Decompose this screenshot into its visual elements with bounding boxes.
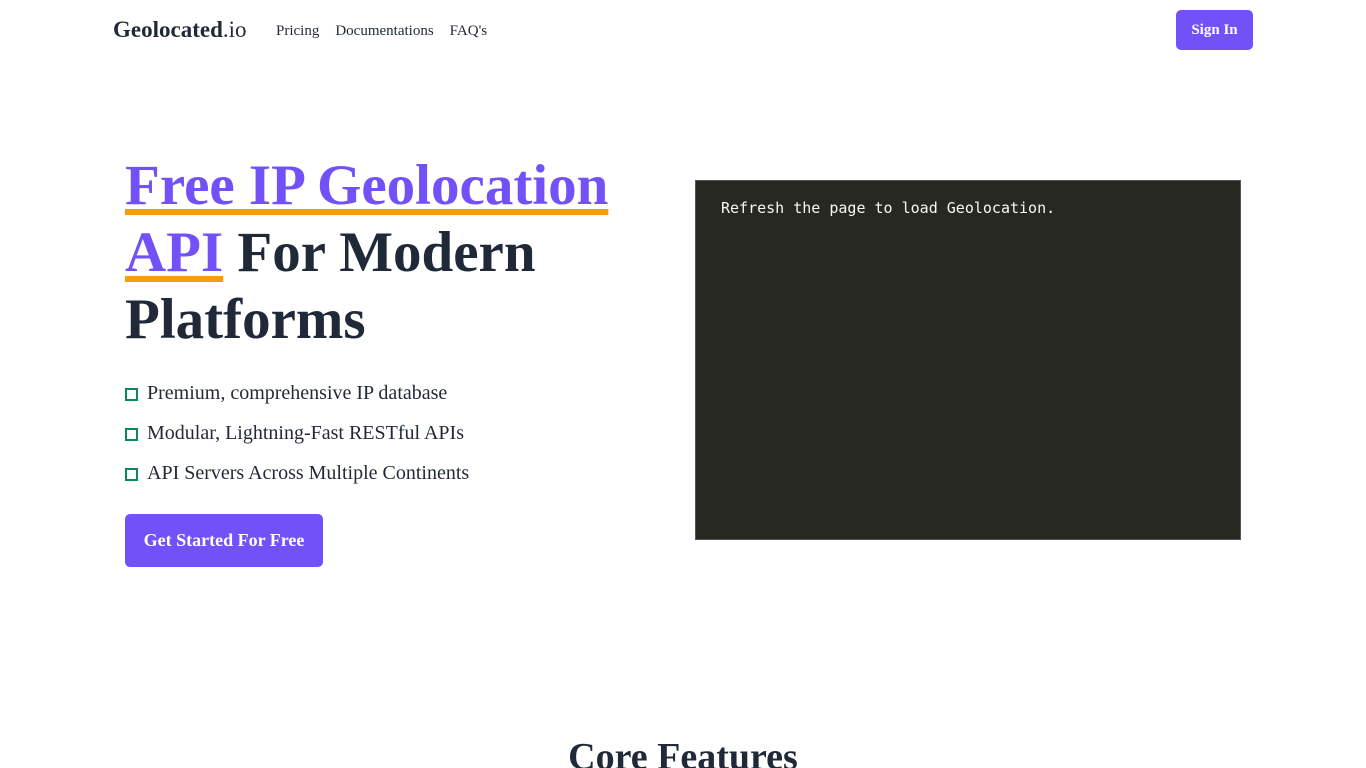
terminal-output: Refresh the page to load Geolocation. [721, 199, 1056, 217]
square-check-icon [125, 468, 138, 481]
nav-documentations[interactable]: Documentations [335, 21, 433, 41]
main-nav: Pricing Documentations FAQ's [276, 21, 487, 41]
logo-name: Geolocated [113, 17, 223, 42]
site-header: Geolocated.io Pricing Documentations FAQ… [0, 0, 1366, 62]
list-item: Premium, comprehensive IP database [125, 373, 469, 413]
feature-text: API Servers Across Multiple Continents [147, 461, 470, 484]
logo[interactable]: Geolocated.io [113, 16, 247, 44]
logo-tld: .io [222, 17, 247, 42]
hero-title: Free IP Geolocation API For Modern Platf… [125, 152, 645, 353]
feature-text: Premium, comprehensive IP database [147, 381, 448, 404]
feature-text: Modular, Lightning-Fast RESTful APIs [147, 421, 464, 444]
get-started-button[interactable]: Get Started For Free [125, 514, 323, 567]
list-item: Modular, Lightning-Fast RESTful APIs [125, 413, 469, 453]
geolocation-terminal: Refresh the page to load Geolocation. [695, 180, 1241, 540]
hero-title-accent-api: API [125, 221, 224, 284]
list-item: API Servers Across Multiple Continents [125, 453, 469, 493]
square-check-icon [125, 428, 138, 441]
hero-title-accent: Free IP Geolocation [125, 154, 609, 217]
sign-in-button[interactable]: Sign In [1176, 10, 1253, 50]
nav-faqs[interactable]: FAQ's [450, 21, 487, 41]
square-check-icon [125, 388, 138, 401]
section-title: Core Features [568, 736, 798, 768]
feature-list: Premium, comprehensive IP database Modul… [125, 373, 469, 493]
nav-pricing[interactable]: Pricing [276, 21, 319, 41]
